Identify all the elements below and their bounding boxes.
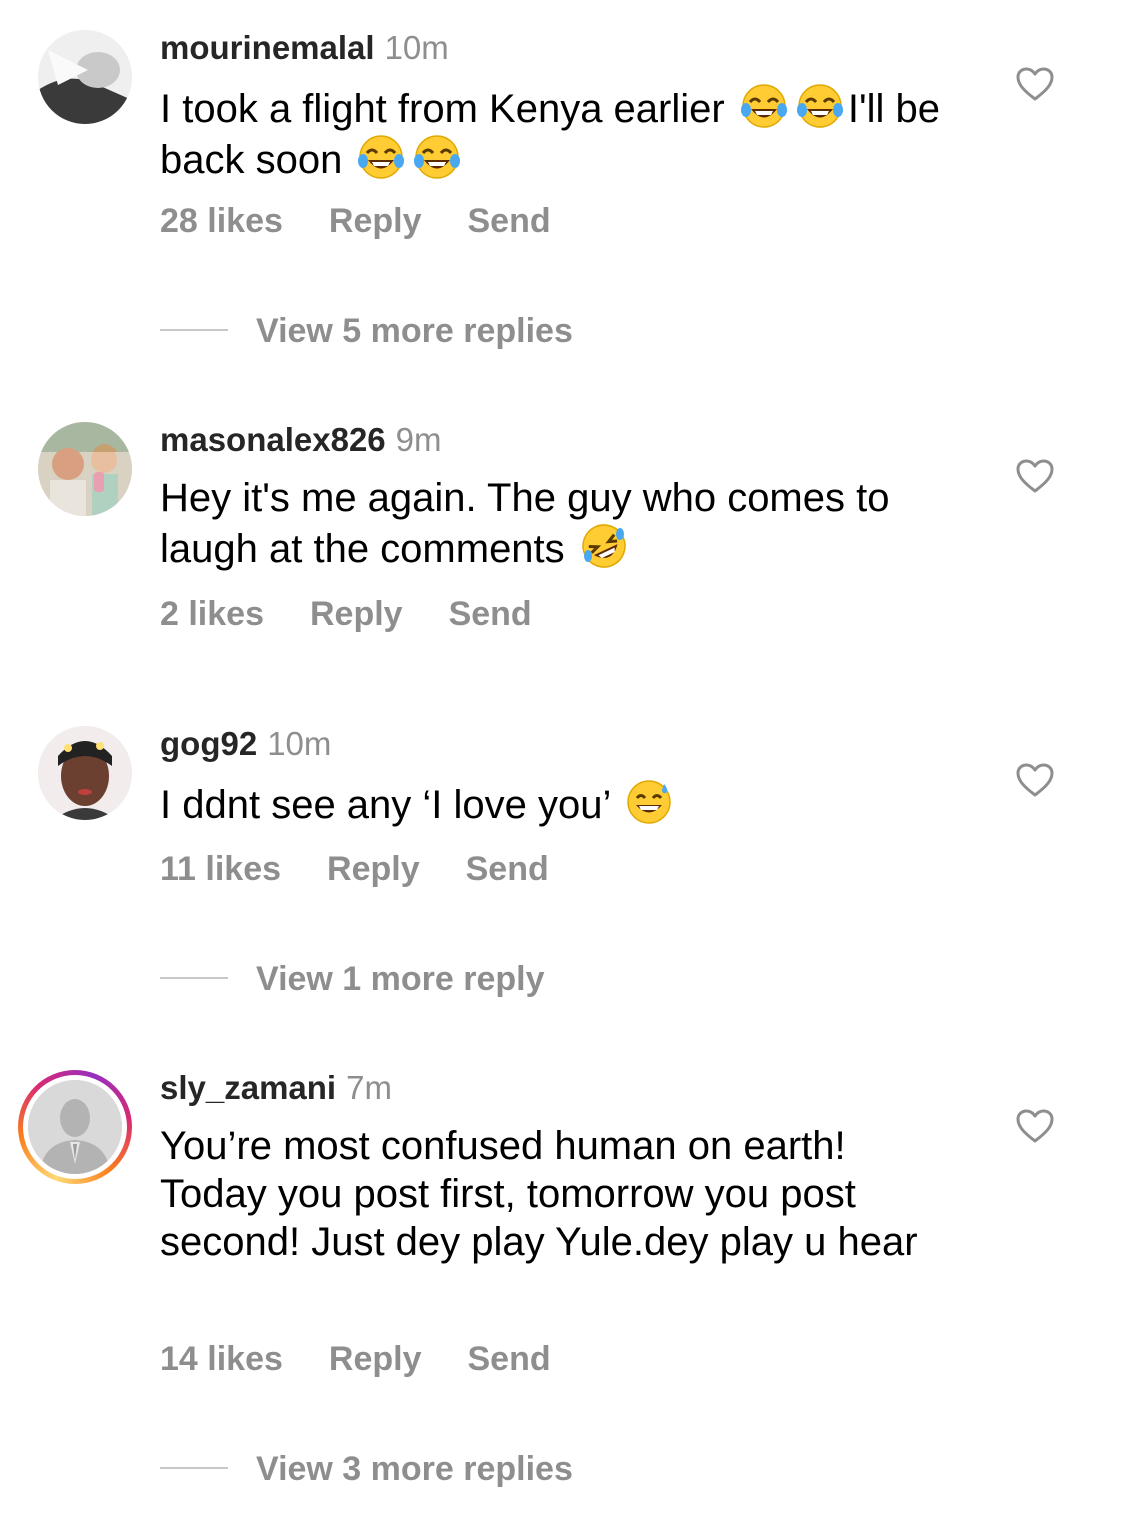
comment-text: Hey it's me again. The guy who comes to … <box>160 474 960 573</box>
avatar-story-ring[interactable] <box>18 1070 132 1184</box>
reply-button[interactable]: Reply <box>329 1340 422 1378</box>
avatar[interactable] <box>38 422 132 516</box>
likes-count[interactable]: 2 likes <box>160 595 264 633</box>
avatar[interactable] <box>38 30 132 124</box>
timestamp: 10m <box>267 725 332 762</box>
avatar[interactable] <box>38 726 132 820</box>
comment-text: I took a flight from Kenya earlier I'll … <box>160 82 960 184</box>
send-button[interactable]: Send <box>467 202 550 240</box>
default-avatar-icon <box>28 1080 122 1174</box>
tears-of-joy-icon <box>357 133 405 181</box>
likes-count[interactable]: 28 likes <box>160 202 283 240</box>
rolling-on-floor-laughing-icon <box>580 522 628 570</box>
view-more-replies[interactable]: View 1 more reply <box>160 960 545 999</box>
divider <box>160 329 228 332</box>
username[interactable]: sly_zamani <box>160 1069 336 1106</box>
username[interactable]: masonalex826 <box>160 421 386 458</box>
heart-outline-icon[interactable] <box>1015 762 1055 798</box>
timestamp: 9m <box>395 421 442 458</box>
username[interactable]: mourinemalal <box>160 29 375 66</box>
tears-of-joy-icon <box>796 82 844 130</box>
tears-of-joy-icon <box>740 82 788 130</box>
likes-count[interactable]: 14 likes <box>160 1340 283 1378</box>
reply-button[interactable]: Reply <box>310 595 403 633</box>
heart-outline-icon[interactable] <box>1015 458 1055 494</box>
tears-of-joy-icon <box>413 133 461 181</box>
view-more-replies[interactable]: View 5 more replies <box>160 312 573 351</box>
comment-text: You’re most confused human on earth! Tod… <box>160 1124 918 1264</box>
username[interactable]: gog92 <box>160 725 257 762</box>
send-button[interactable]: Send <box>449 595 532 633</box>
timestamp: 10m <box>384 29 449 66</box>
likes-count[interactable]: 11 likes <box>160 850 281 888</box>
heart-outline-icon[interactable] <box>1015 66 1055 102</box>
view-more-replies[interactable]: View 3 more replies <box>160 1450 573 1489</box>
reply-button[interactable]: Reply <box>329 202 422 240</box>
divider <box>160 977 228 980</box>
reply-button[interactable]: Reply <box>327 850 420 888</box>
send-button[interactable]: Send <box>466 850 549 888</box>
timestamp: 7m <box>346 1069 392 1106</box>
comment-text: I ddnt see any ‘I love you’ <box>160 778 960 829</box>
heart-outline-icon[interactable] <box>1015 1108 1055 1144</box>
divider <box>160 1467 228 1470</box>
grinning-face-with-sweat-icon <box>625 778 673 826</box>
send-button[interactable]: Send <box>467 1340 550 1378</box>
